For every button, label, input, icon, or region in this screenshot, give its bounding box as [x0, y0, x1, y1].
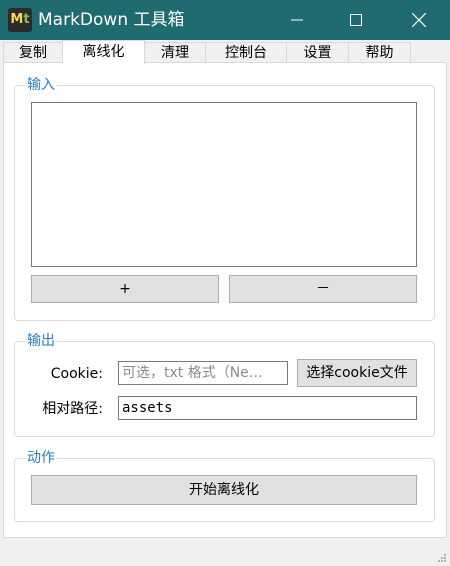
- remove-button[interactable]: －: [229, 275, 417, 303]
- maximize-icon: [350, 14, 362, 26]
- action-group-title: 动作: [25, 449, 57, 467]
- relative-path-label: 相对路径:: [42, 401, 103, 417]
- tab-copy[interactable]: 复制: [3, 42, 63, 62]
- status-bar: [0, 540, 450, 566]
- choose-cookie-file-button[interactable]: 选择cookie文件: [297, 359, 417, 387]
- minimize-icon: [291, 19, 303, 21]
- markdown-tool-app-icon: Mt: [8, 8, 32, 32]
- add-button[interactable]: +: [31, 275, 219, 303]
- start-offline-button[interactable]: 开始离线化: [31, 475, 417, 505]
- action-group: 动作 开始离线化: [14, 449, 435, 522]
- close-icon: [412, 13, 426, 27]
- resize-grip-icon[interactable]: [437, 553, 447, 563]
- minimize-button[interactable]: [274, 0, 320, 40]
- close-button[interactable]: [396, 0, 442, 40]
- tab-console[interactable]: 控制台: [205, 42, 287, 62]
- output-group: 输出 Cookie: 可选，txt 格式（Ne… 选择cookie文件 相对路径…: [14, 332, 435, 437]
- offline-tab-page: 输入 + － 输出 Cookie: 可选，txt 格式（Ne… 选择cookie…: [3, 62, 447, 538]
- maximize-button[interactable]: [333, 0, 379, 40]
- tab-help[interactable]: 帮助: [348, 42, 411, 62]
- cookie-input[interactable]: 可选，txt 格式（Ne…: [118, 361, 288, 385]
- title-bar[interactable]: Mt MarkDown 工具箱: [0, 0, 450, 40]
- input-group: 输入 + －: [14, 76, 435, 321]
- output-group-title: 输出: [25, 332, 57, 350]
- input-group-title: 输入: [25, 76, 57, 94]
- cookie-label: Cookie:: [50, 366, 103, 382]
- input-textarea[interactable]: [31, 102, 417, 267]
- tab-offline[interactable]: 离线化: [62, 40, 145, 64]
- tab-clean[interactable]: 清理: [144, 42, 206, 62]
- relative-path-input[interactable]: assets: [118, 396, 417, 420]
- tab-bar: 复制 离线化 清理 控制台 设置 帮助: [0, 40, 450, 64]
- tab-settings[interactable]: 设置: [286, 42, 349, 62]
- window-title: MarkDown 工具箱: [38, 10, 185, 30]
